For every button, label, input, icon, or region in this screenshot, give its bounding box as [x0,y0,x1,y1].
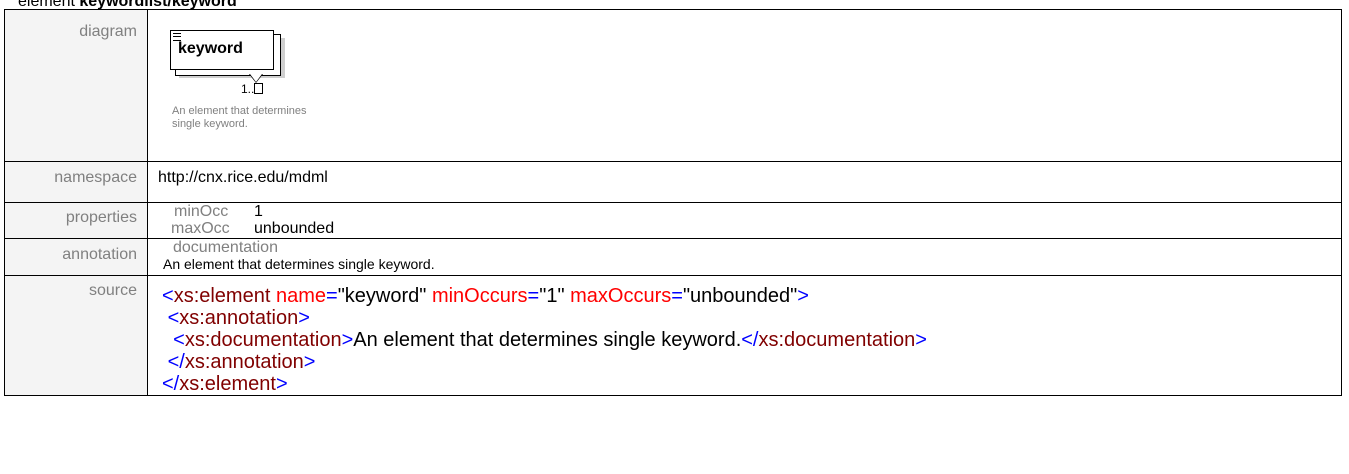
element-description-line: An element that determines [172,105,307,117]
diagram-label: diagram [4,9,148,162]
properties-table: minOcc 1 maxOcc unbounded [148,203,1341,238]
diagram-row: diagram keyword 1.. An element that dete… [4,9,1342,162]
annotation-cell: documentation An element that determines… [147,238,1342,276]
source-code: <xs:element name="keyword" minOccurs="1"… [148,276,1341,395]
source-line: <xs:element name="keyword" minOccurs="1"… [162,285,809,307]
maxocc-key: maxOcc [171,220,230,237]
infinity-glyph-icon [254,83,264,94]
element-description-line: single keyword. [172,118,248,130]
diagram-cell: keyword 1.. An element that determines s… [147,9,1342,162]
documentation-key: documentation [173,239,278,256]
occurrence-text: 1.. [241,82,255,96]
occurrence-label: 1.. [241,82,264,96]
source-row: source <xs:element name="keyword" minOcc… [4,275,1342,396]
minocc-key: minOcc [174,203,229,220]
source-line: <xs:annotation> [167,307,310,329]
element-box-name: keyword [178,40,243,57]
element-description: An element that determines single keywor… [172,105,342,131]
namespace-value: http://cnx.rice.edu/mdml [147,161,1342,203]
namespace-label: namespace [4,161,148,203]
maxocc-value: unbounded [254,220,335,237]
properties-row: properties minOcc 1 maxOcc unbounded [4,202,1342,239]
element-diagram: keyword 1.. An element that determines s… [148,10,1341,161]
properties-label: properties [4,202,148,239]
namespace-row: namespace http://cnx.rice.edu/mdml [4,161,1342,203]
minocc-value: 1 [254,203,263,220]
source-line: </xs:annotation> [167,351,316,373]
annotation-label: annotation [4,238,148,276]
schema-doc-table: diagram keyword 1.. An element that dete… [4,9,1342,396]
annotation-block: documentation An element that determines… [148,239,1341,275]
source-label: source [4,275,148,396]
annotation-row: annotation documentation An element that… [4,238,1342,276]
source-cell: <xs:element name="keyword" minOccurs="1"… [147,275,1342,396]
source-line: <xs:documentation>An element that determ… [173,329,927,351]
documentation-text: An element that determines single keywor… [163,256,435,272]
properties-cell: minOcc 1 maxOcc unbounded [147,202,1342,239]
source-line: </xs:element> [162,373,288,395]
